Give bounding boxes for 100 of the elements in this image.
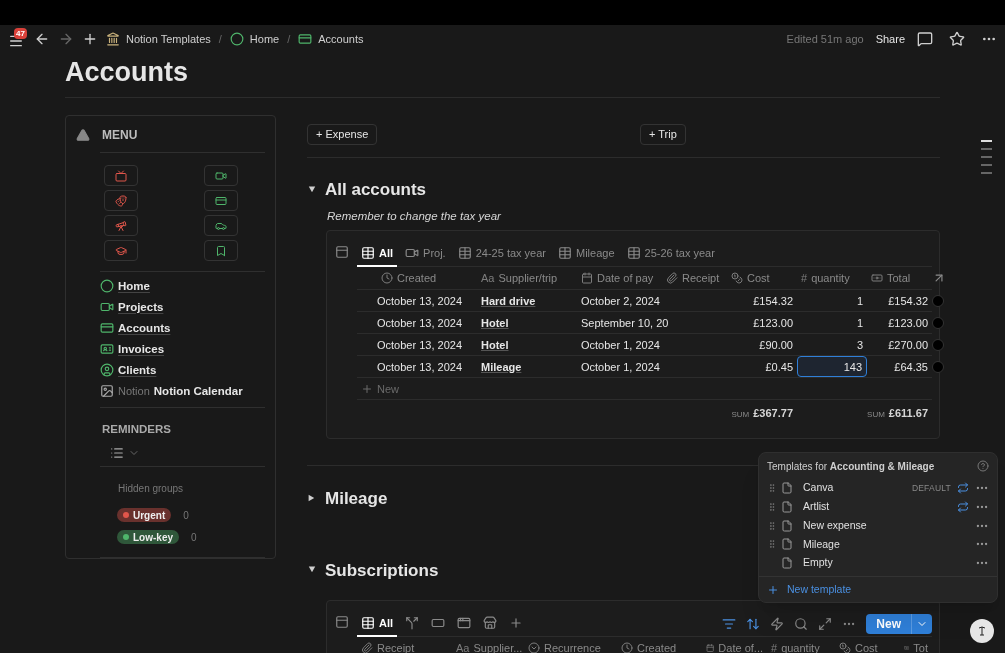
column-type-glyph: #: [771, 641, 778, 653]
telescope-icon: [115, 219, 127, 232]
breadcrumb-link[interactable]: Accounts: [318, 30, 364, 48]
template-item[interactable]: Mileage: [803, 536, 840, 553]
view-tab[interactable]: All: [357, 610, 398, 637]
outline-marker[interactable]: [981, 140, 992, 142]
view-tab[interactable]: All: [357, 240, 398, 267]
new-template-button[interactable]: New template: [787, 582, 852, 598]
image-icon: [100, 384, 114, 399]
table-cell-text: 143: [843, 359, 862, 375]
table-icon: [626, 245, 641, 260]
share-button[interactable]: Share: [875, 30, 905, 48]
group-tag[interactable]: Urgent: [117, 508, 172, 522]
shortcut-button[interactable]: [204, 165, 238, 186]
shortcut-button[interactable]: [104, 240, 138, 261]
lightning-icon: [770, 616, 785, 631]
page-icon: [781, 501, 793, 514]
menu-link[interactable]: Notion Calendar: [153, 382, 243, 400]
table-cell-text: £123.00: [888, 315, 928, 331]
popup-title: Templates for Accounting & Mileage: [767, 459, 935, 474]
group-count: 0: [183, 508, 189, 523]
tv-icon: [115, 169, 127, 182]
table-icon: [457, 245, 472, 260]
table-icon: [361, 245, 375, 260]
column-header[interactable]: quantity: [811, 270, 850, 287]
table-cell-text: £64.35: [894, 359, 928, 375]
circle-icon: [229, 32, 244, 46]
menu-link[interactable]: Clients: [118, 361, 157, 379]
column-header[interactable]: Cost: [747, 270, 770, 287]
back-icon: [34, 31, 50, 47]
shortcut-button[interactable]: [104, 190, 138, 211]
column-header[interactable]: Total: [887, 270, 911, 287]
star-icon: [949, 31, 965, 47]
search-icon: [794, 616, 809, 631]
template-item[interactable]: New expense: [803, 517, 867, 534]
add-button[interactable]: + Expense: [307, 123, 378, 145]
comment-icon: [917, 31, 933, 47]
table-cell-text: October 13, 2024: [377, 315, 462, 331]
sum-value: £367.77: [753, 406, 793, 421]
column-header[interactable]: Created: [397, 270, 437, 287]
column-header[interactable]: Date of pay: [597, 270, 654, 287]
shortcut-button[interactable]: [204, 190, 238, 211]
plus-icon: [509, 615, 524, 630]
shortcut-button[interactable]: [104, 215, 138, 236]
menu-icon: [8, 33, 24, 49]
forward-icon: [58, 31, 74, 47]
menu-link[interactable]: Invoices: [118, 340, 165, 358]
page-title: Accounts: [65, 56, 190, 89]
bank-icon: [106, 32, 120, 46]
column-type-glyph: Aa: [481, 271, 495, 286]
plus-icon: [82, 31, 98, 47]
column-header[interactable]: Tot: [913, 640, 928, 653]
view-tab[interactable]: 25-26 tax year: [622, 240, 719, 267]
menu-link[interactable]: Accounts: [118, 319, 171, 337]
breadcrumb-link[interactable]: Notion Templates: [126, 30, 211, 48]
column-header[interactable]: Date of...: [718, 640, 763, 653]
breadcrumb-separator: /: [287, 31, 291, 47]
table-icon: [361, 615, 375, 630]
template-item[interactable]: Artlist: [803, 499, 830, 515]
view-tab[interactable]: 24-25 tax year: [453, 240, 550, 267]
sum-value: £611.67: [888, 406, 928, 421]
add-button[interactable]: + Trip: [640, 123, 686, 145]
shortcut-button[interactable]: [204, 240, 238, 261]
calendar-icon: [706, 642, 715, 653]
outline-marker[interactable]: [981, 148, 992, 150]
column-header[interactable]: Receipt: [682, 270, 720, 287]
view-tab[interactable]: Mileage: [554, 240, 619, 267]
table-cell-text: £154.32: [753, 293, 793, 309]
column-header[interactable]: Recurrence: [544, 640, 601, 653]
table-cell-text: Hard drive: [481, 293, 536, 309]
help-button[interactable]: [970, 619, 994, 643]
template-item[interactable]: Canva: [803, 480, 834, 497]
card-icon: [100, 321, 114, 336]
column-header[interactable]: Created: [637, 640, 677, 653]
group-tag[interactable]: Low-key: [117, 530, 179, 544]
breadcrumb-separator: /: [218, 31, 222, 47]
outline-marker[interactable]: [981, 156, 992, 158]
table-cell-text: October 13, 2024: [377, 359, 462, 375]
column-type-glyph: #: [801, 271, 808, 286]
store-icon: [483, 615, 498, 630]
card-icon: [215, 194, 227, 207]
table-cell-text: £154.32: [888, 293, 928, 309]
outline-marker[interactable]: [981, 172, 992, 174]
template-item[interactable]: Empty: [803, 555, 833, 571]
coins-icon: [731, 272, 743, 285]
coins-icon: [839, 642, 851, 653]
menu-link[interactable]: Home: [118, 277, 150, 295]
column-header[interactable]: Supplier/trip: [498, 270, 558, 287]
table-cell-text: Hotel: [481, 315, 509, 331]
table-cell-text: Hotel: [481, 337, 509, 353]
breadcrumb-link[interactable]: Home: [249, 30, 280, 48]
reminders-heading: REMINDERS: [102, 422, 171, 435]
shortcut-button[interactable]: [204, 215, 238, 236]
menu-link[interactable]: Projects: [118, 298, 164, 316]
view-tab[interactable]: Proj.: [401, 240, 450, 267]
column-header[interactable]: Cost: [855, 640, 878, 653]
new-row-button[interactable]: New: [377, 380, 399, 397]
outline-marker[interactable]: [981, 164, 992, 166]
table-cell-text: October 13, 2024: [377, 337, 462, 353]
plus-icon: [361, 382, 373, 395]
